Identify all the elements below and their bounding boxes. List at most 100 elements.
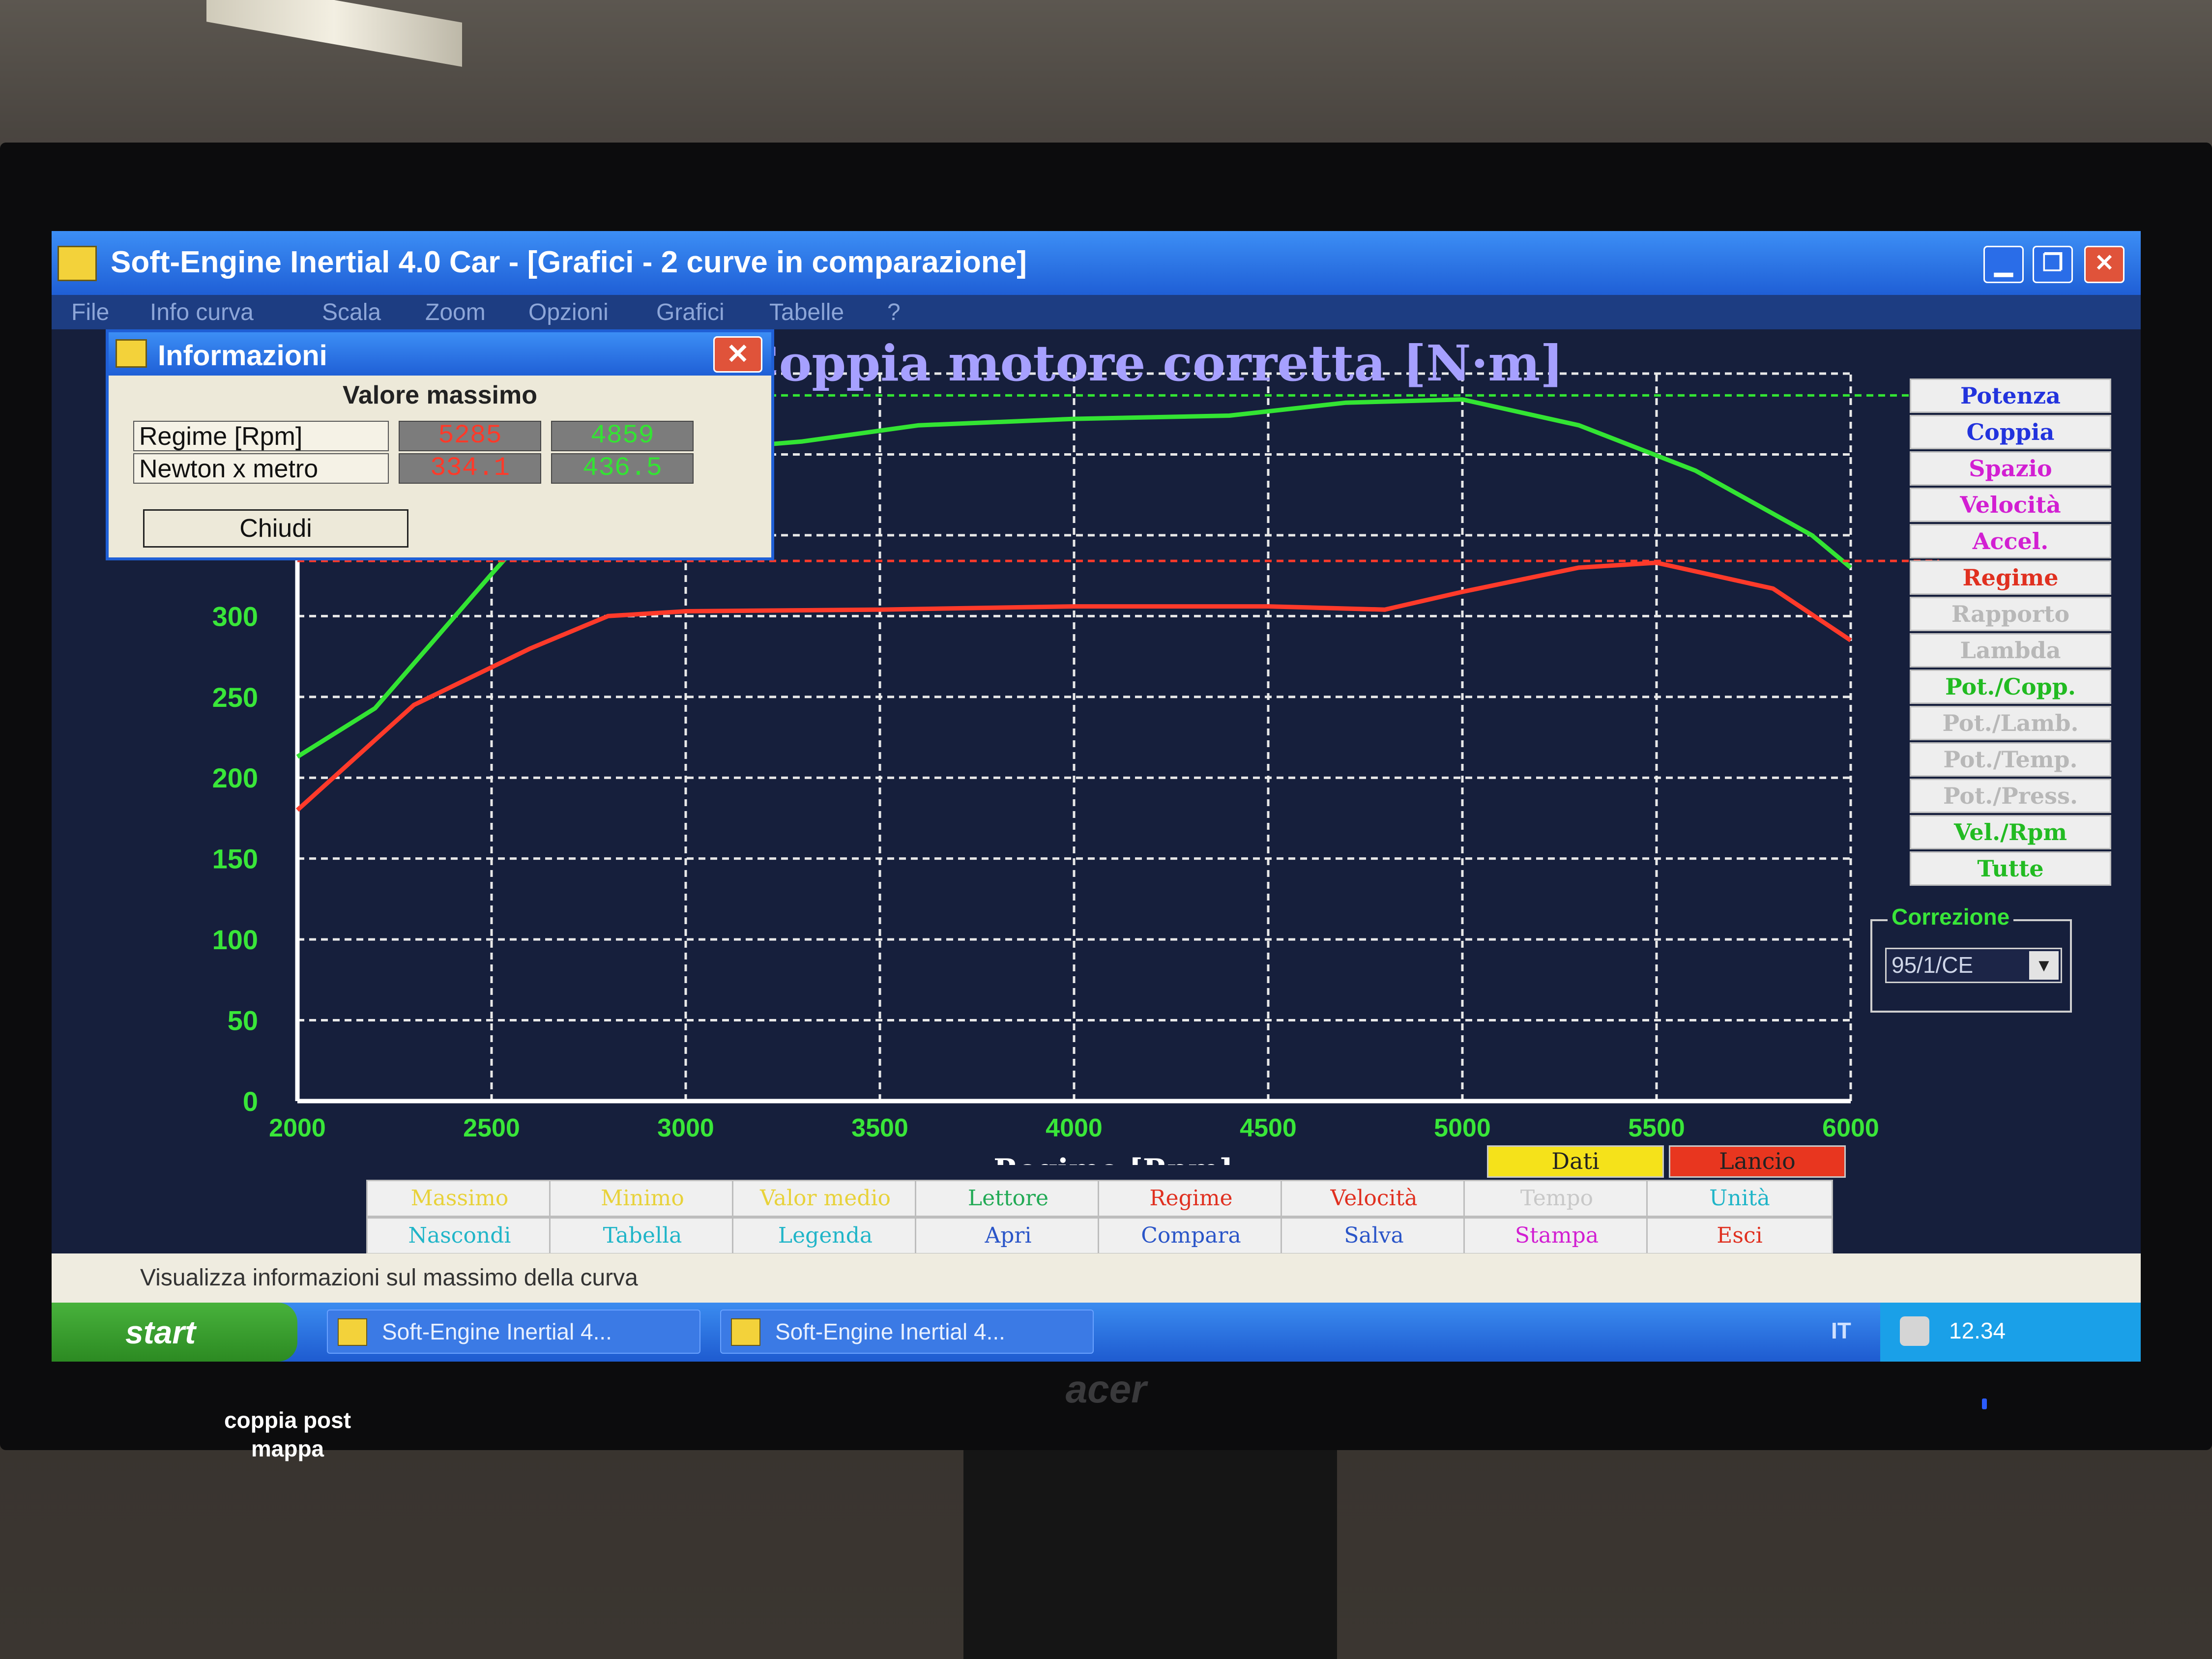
chart-title: Coppia motore corretta [N·m]	[740, 334, 1564, 392]
side-button-velocità[interactable]: Velocità	[1910, 488, 2111, 522]
start-label: start	[125, 1314, 196, 1350]
y-tick-label: 100	[212, 924, 258, 955]
screen: Soft-Engine Inertial 4.0 Car - [Grafici …	[52, 231, 2141, 1461]
side-button-vel-rpm[interactable]: Vel./Rpm	[1910, 815, 2111, 849]
menu-file[interactable]: File	[71, 299, 109, 326]
bottom-button-velocità[interactable]: Velocità	[1281, 1180, 1467, 1217]
menu-tabelle[interactable]: Tabelle	[769, 299, 844, 326]
bottom-button-legenda[interactable]: Legenda	[732, 1217, 919, 1254]
info-label-regime: Regime [Rpm]	[133, 421, 389, 451]
info-value-red-regime: 5285	[399, 421, 541, 451]
network-icon[interactable]	[1900, 1316, 1929, 1346]
monitor-stand	[963, 1450, 1337, 1659]
info-value-red-newton: 334.1	[399, 453, 541, 484]
menu-grafici[interactable]: Grafici	[656, 299, 725, 326]
y-tick-label: 50	[228, 1005, 258, 1036]
correzione-label: Correzione	[1888, 903, 2014, 930]
menu-opzioni[interactable]: Opzioni	[528, 299, 609, 326]
x-tick-label: 3000	[657, 1114, 714, 1142]
taskbar-item-label: Soft-Engine Inertial 4...	[775, 1319, 1005, 1344]
status-bar: Visualizza informazioni sul massimo dell…	[52, 1253, 2141, 1303]
side-button-pot-lamb[interactable]: Pot./Lamb.	[1910, 706, 2111, 740]
bottom-button-massimo[interactable]: Massimo	[366, 1180, 553, 1217]
menu-help[interactable]: ?	[887, 299, 901, 326]
side-button-potenza[interactable]: Potenza	[1910, 378, 2111, 413]
info-value-green-regime: 4859	[551, 421, 694, 451]
power-led	[1982, 1398, 1987, 1409]
bottom-button-lettore[interactable]: Lettore	[915, 1180, 1102, 1217]
x-tick-label: 2000	[269, 1114, 326, 1142]
x-tick-label: 4500	[1240, 1114, 1297, 1142]
status-text: Visualizza informazioni sul massimo dell…	[140, 1265, 638, 1291]
bottom-button-regime[interactable]: Regime	[1098, 1180, 1284, 1217]
app-icon	[116, 339, 147, 368]
minimize-button[interactable]: ▁	[1983, 246, 2024, 283]
bottom-button-minimo[interactable]: Minimo	[549, 1180, 736, 1217]
bottom-button-valor-medio[interactable]: Valor medio	[732, 1180, 919, 1217]
info-dialog-titlebar: Informazioni ✕	[109, 332, 771, 376]
lancio-tag[interactable]: Lancio	[1669, 1145, 1846, 1178]
info-close-button[interactable]: ✕	[713, 336, 762, 373]
side-button-rapporto[interactable]: Rapporto	[1910, 597, 2111, 631]
menu-info-curva[interactable]: Info curva	[150, 299, 254, 326]
window-title: Soft-Engine Inertial 4.0 Car - [Grafici …	[111, 245, 1027, 279]
side-button-regime[interactable]: Regime	[1910, 560, 2111, 595]
side-button-coppia[interactable]: Coppia	[1910, 415, 2111, 449]
app-icon	[58, 246, 97, 281]
bottom-button-apri[interactable]: Apri	[915, 1217, 1102, 1254]
x-tick-label: 3500	[851, 1114, 908, 1142]
y-tick-label: 300	[212, 601, 258, 632]
clock: 12.34	[1949, 1318, 2006, 1343]
x-tick-label: 5500	[1628, 1114, 1685, 1142]
y-tick-label: 150	[212, 844, 258, 874]
x-tick-label: 2500	[463, 1114, 520, 1142]
dati-tag[interactable]: Dati	[1487, 1145, 1664, 1178]
taskbar-item[interactable]: Soft-Engine Inertial 4...	[327, 1310, 700, 1354]
bottom-button-nascondi[interactable]: Nascondi	[366, 1217, 553, 1254]
bottom-button-esci[interactable]: Esci	[1646, 1217, 1833, 1254]
app-icon	[338, 1318, 367, 1346]
chiudi-button[interactable]: Chiudi	[143, 509, 408, 548]
close-button[interactable]: ✕	[2084, 246, 2125, 283]
side-button-tutte[interactable]: Tutte	[1910, 851, 2111, 886]
taskbar: start Soft-Engine Inertial 4... Soft-Eng…	[52, 1303, 2141, 1362]
start-button[interactable]: start	[52, 1303, 297, 1362]
info-dialog-title: Informazioni	[158, 340, 327, 372]
monitor-brand: acer	[1065, 1367, 1147, 1411]
taskbar-item-label: Soft-Engine Inertial 4...	[382, 1319, 612, 1344]
bottom-button-tempo[interactable]: Tempo	[1463, 1180, 1650, 1217]
correzione-value: 95/1/CE	[1892, 952, 1974, 978]
info-label-newton: Newton x metro	[133, 453, 389, 484]
x-axis-label: Regime [Rpm]	[993, 1153, 1233, 1165]
bottom-button-compara[interactable]: Compara	[1098, 1217, 1284, 1254]
x-tick-label: 6000	[1822, 1114, 1879, 1142]
x-tick-label: 4000	[1046, 1114, 1103, 1142]
overlay-caption: coppia post mappa	[224, 1407, 351, 1461]
side-button-spazio[interactable]: Spazio	[1910, 451, 2111, 486]
taskbar-item[interactable]: Soft-Engine Inertial 4...	[720, 1310, 1094, 1354]
side-button-accel[interactable]: Accel.	[1910, 524, 2111, 558]
window-titlebar: Soft-Engine Inertial 4.0 Car - [Grafici …	[52, 231, 2141, 295]
app-icon	[731, 1318, 760, 1346]
correzione-select[interactable]: 95/1/CE ▼	[1885, 948, 2062, 983]
menu-zoom[interactable]: Zoom	[425, 299, 486, 326]
info-subtitle: Valore massimo	[343, 381, 537, 409]
side-button-pot-copp[interactable]: Pot./Copp.	[1910, 669, 2111, 704]
info-dialog: Informazioni ✕ Valore massimo Regime [Rp…	[106, 329, 774, 560]
y-tick-label: 250	[212, 682, 258, 713]
side-button-lambda[interactable]: Lambda	[1910, 633, 2111, 668]
chevron-down-icon[interactable]: ▼	[2029, 951, 2059, 980]
language-indicator[interactable]: IT	[1831, 1317, 1851, 1344]
bottom-button-salva[interactable]: Salva	[1281, 1217, 1467, 1254]
y-tick-label: 0	[243, 1086, 258, 1117]
y-tick-label: 200	[212, 762, 258, 793]
side-button-pot-press[interactable]: Pot./Press.	[1910, 779, 2111, 813]
bottom-button-stampa[interactable]: Stampa	[1463, 1217, 1650, 1254]
restore-button[interactable]: ❐	[2033, 246, 2073, 283]
info-value-green-newton: 436.5	[551, 453, 694, 484]
menu-bar: File Info curva Scala Zoom Opzioni Grafi…	[52, 295, 2141, 329]
bottom-button-tabella[interactable]: Tabella	[549, 1217, 736, 1254]
side-button-pot-temp[interactable]: Pot./Temp.	[1910, 742, 2111, 777]
menu-scala[interactable]: Scala	[322, 299, 381, 326]
bottom-button-unità[interactable]: Unità	[1646, 1180, 1833, 1217]
